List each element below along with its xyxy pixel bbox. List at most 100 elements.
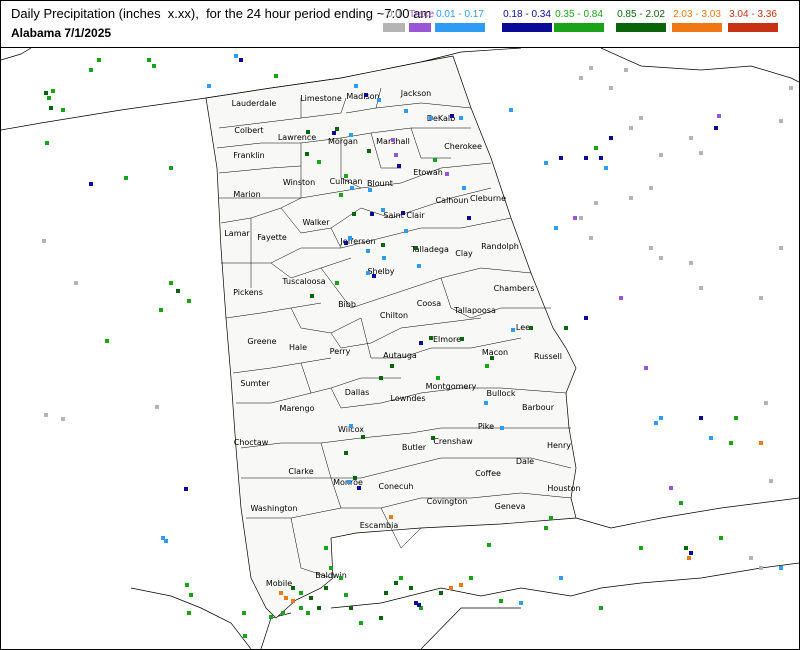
county-label: Macon bbox=[482, 348, 508, 357]
station-marker bbox=[511, 328, 515, 332]
station-marker bbox=[291, 599, 295, 603]
station-marker bbox=[404, 109, 408, 113]
county-label: Jackson bbox=[400, 89, 431, 98]
county-label: Calhoun bbox=[436, 196, 469, 205]
station-marker bbox=[344, 593, 348, 597]
station-marker bbox=[284, 596, 288, 600]
county-label: Coosa bbox=[417, 299, 442, 308]
station-marker bbox=[599, 156, 603, 160]
county-label: Perry bbox=[330, 347, 351, 356]
station-marker bbox=[604, 166, 608, 170]
legend-item: 0.85 - 2.02 bbox=[616, 8, 666, 32]
station-marker bbox=[459, 583, 463, 587]
county-label: Hale bbox=[289, 343, 307, 352]
county-label: Dallas bbox=[345, 388, 370, 397]
station-marker bbox=[309, 596, 313, 600]
county-label: Houston bbox=[547, 484, 580, 493]
station-marker bbox=[644, 366, 648, 370]
station-marker bbox=[306, 611, 310, 615]
station-marker bbox=[717, 114, 721, 118]
station-marker bbox=[44, 91, 48, 95]
station-marker bbox=[353, 476, 357, 480]
station-marker bbox=[573, 216, 577, 220]
station-marker bbox=[485, 364, 489, 368]
legend-label: 0.01 - 0.17 bbox=[436, 9, 484, 20]
station-marker bbox=[599, 606, 603, 610]
station-marker bbox=[490, 356, 494, 360]
county-label: Bibb bbox=[338, 300, 356, 309]
legend-label: 3.04 - 3.36 bbox=[729, 9, 777, 20]
station-marker bbox=[519, 601, 523, 605]
station-marker bbox=[279, 591, 283, 595]
legend-item: 0.18 - 0.34 bbox=[502, 8, 552, 32]
station-marker bbox=[317, 606, 321, 610]
station-marker bbox=[350, 186, 354, 190]
county-label: Conecuh bbox=[378, 482, 413, 491]
county-label: Cleburne bbox=[470, 194, 506, 203]
station-marker bbox=[544, 526, 548, 530]
station-marker bbox=[51, 89, 55, 93]
station-marker bbox=[779, 246, 783, 250]
map-title: Daily Precipitation (inches x.xx), for t… bbox=[11, 6, 432, 21]
legend-swatch bbox=[554, 23, 604, 32]
county-label: Colbert bbox=[234, 126, 263, 135]
station-marker bbox=[624, 68, 628, 72]
legend-label: Trace bbox=[409, 9, 435, 20]
station-marker bbox=[759, 566, 763, 570]
county-label: Geneva bbox=[495, 502, 526, 511]
county-label: Covington bbox=[427, 497, 468, 506]
county-label: Cullman bbox=[330, 177, 363, 186]
station-marker bbox=[291, 586, 295, 590]
station-marker bbox=[274, 74, 278, 78]
map-header: Daily Precipitation (inches x.xx), for t… bbox=[1, 1, 799, 48]
station-marker bbox=[459, 116, 463, 120]
station-marker bbox=[176, 289, 180, 293]
station-marker bbox=[433, 158, 437, 162]
county-label: Marengo bbox=[280, 404, 315, 413]
station-marker bbox=[404, 229, 408, 233]
legend-swatch bbox=[672, 23, 722, 32]
station-marker bbox=[184, 487, 188, 491]
county-label: Morgan bbox=[328, 137, 358, 146]
station-marker bbox=[185, 583, 189, 587]
station-marker bbox=[164, 539, 168, 543]
station-marker bbox=[243, 634, 247, 638]
station-marker bbox=[169, 166, 173, 170]
station-marker bbox=[579, 216, 583, 220]
county-label: Pike bbox=[478, 422, 494, 431]
station-marker bbox=[47, 96, 51, 100]
station-marker bbox=[391, 138, 395, 142]
station-marker bbox=[394, 581, 398, 585]
county-label: Autauga bbox=[383, 351, 417, 360]
legend-item: 2.03 - 3.03 bbox=[672, 8, 722, 32]
station-marker bbox=[349, 606, 353, 610]
station-marker bbox=[467, 216, 471, 220]
station-marker bbox=[352, 212, 356, 216]
station-marker bbox=[594, 201, 598, 205]
county-label: Winston bbox=[283, 178, 315, 187]
station-marker bbox=[379, 376, 383, 380]
county-label: Choctaw bbox=[234, 438, 269, 447]
county-label: Lauderdale bbox=[232, 99, 277, 108]
station-marker bbox=[299, 591, 303, 595]
station-marker bbox=[339, 576, 343, 580]
station-marker bbox=[147, 58, 151, 62]
station-marker bbox=[609, 136, 613, 140]
station-marker bbox=[189, 593, 193, 597]
county-label: Etowah bbox=[413, 168, 443, 177]
station-marker bbox=[659, 153, 663, 157]
station-marker bbox=[417, 264, 421, 268]
station-marker bbox=[324, 546, 328, 550]
station-marker bbox=[789, 86, 793, 90]
station-marker bbox=[187, 611, 191, 615]
station-marker bbox=[45, 141, 49, 145]
legend-label: 0.18 - 0.34 bbox=[503, 9, 551, 20]
county-label: Limestone bbox=[300, 94, 342, 103]
station-marker bbox=[152, 64, 156, 68]
station-marker bbox=[324, 586, 328, 590]
station-marker bbox=[347, 480, 351, 484]
station-marker bbox=[354, 84, 358, 88]
station-marker bbox=[382, 256, 386, 260]
station-marker bbox=[169, 281, 173, 285]
station-marker bbox=[564, 326, 568, 330]
